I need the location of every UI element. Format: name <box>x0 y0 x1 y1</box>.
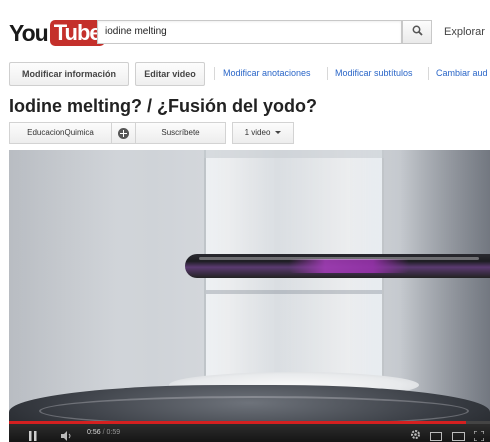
edit-info-button[interactable]: Modificar información <box>9 62 129 86</box>
caret-down-icon <box>275 131 282 135</box>
search-icon <box>412 23 423 41</box>
subscribe-button[interactable]: Suscríbete <box>136 122 226 144</box>
logo-you-text: You <box>9 20 49 46</box>
search-input[interactable]: iodine melting <box>97 20 402 44</box>
time-separator: / <box>102 429 105 436</box>
plus-icon <box>118 127 129 139</box>
toolbar-divider <box>327 67 328 80</box>
player-controls: 0:56 / 0:59 <box>9 424 490 442</box>
change-audio-link[interactable]: Cambiar aud <box>436 68 488 78</box>
video-count-label: 1 video <box>244 128 271 137</box>
owner-toolbar: Modificar información Editar video Modif… <box>0 58 490 90</box>
current-time: 0:56 <box>87 429 101 436</box>
pause-icon[interactable] <box>29 428 37 442</box>
video-frame-shade-left <box>9 150 119 426</box>
small-player-icon[interactable] <box>430 428 442 442</box>
video-count-button[interactable]: 1 video <box>232 122 294 144</box>
video-title: Iodine melting? / ¿Fusión del yodo? <box>9 96 317 116</box>
masthead: You Tube iodine melting Explorar <box>0 0 490 62</box>
toolbar-divider <box>214 67 215 80</box>
explore-link[interactable]: Explorar <box>444 26 485 38</box>
gear-icon[interactable] <box>410 427 421 442</box>
toolbar-divider <box>428 67 429 80</box>
subscribe-plus-button[interactable] <box>112 122 136 144</box>
large-player-icon[interactable] <box>452 428 465 442</box>
edit-video-button[interactable]: Editar video <box>135 62 205 86</box>
video-frame-tube-highlight <box>199 257 479 260</box>
video-frame-iodine-vapor <box>289 259 409 273</box>
edit-annotations-link[interactable]: Modificar anotaciones <box>223 68 311 78</box>
channel-name-button[interactable]: EducacionQuimica <box>9 122 112 144</box>
video-frame-beaker-lip <box>204 150 384 158</box>
fullscreen-icon[interactable] <box>473 428 485 442</box>
video-player[interactable] <box>9 150 490 426</box>
duration: 0:59 <box>106 429 121 436</box>
search-button[interactable] <box>402 20 432 44</box>
time-display: 0:56 / 0:59 <box>87 429 120 436</box>
video-frame-water-line <box>206 290 382 294</box>
youtube-logo[interactable]: You Tube <box>9 20 105 46</box>
edit-subtitles-link[interactable]: Modificar subtítulos <box>335 68 413 78</box>
volume-icon[interactable] <box>61 428 73 442</box>
